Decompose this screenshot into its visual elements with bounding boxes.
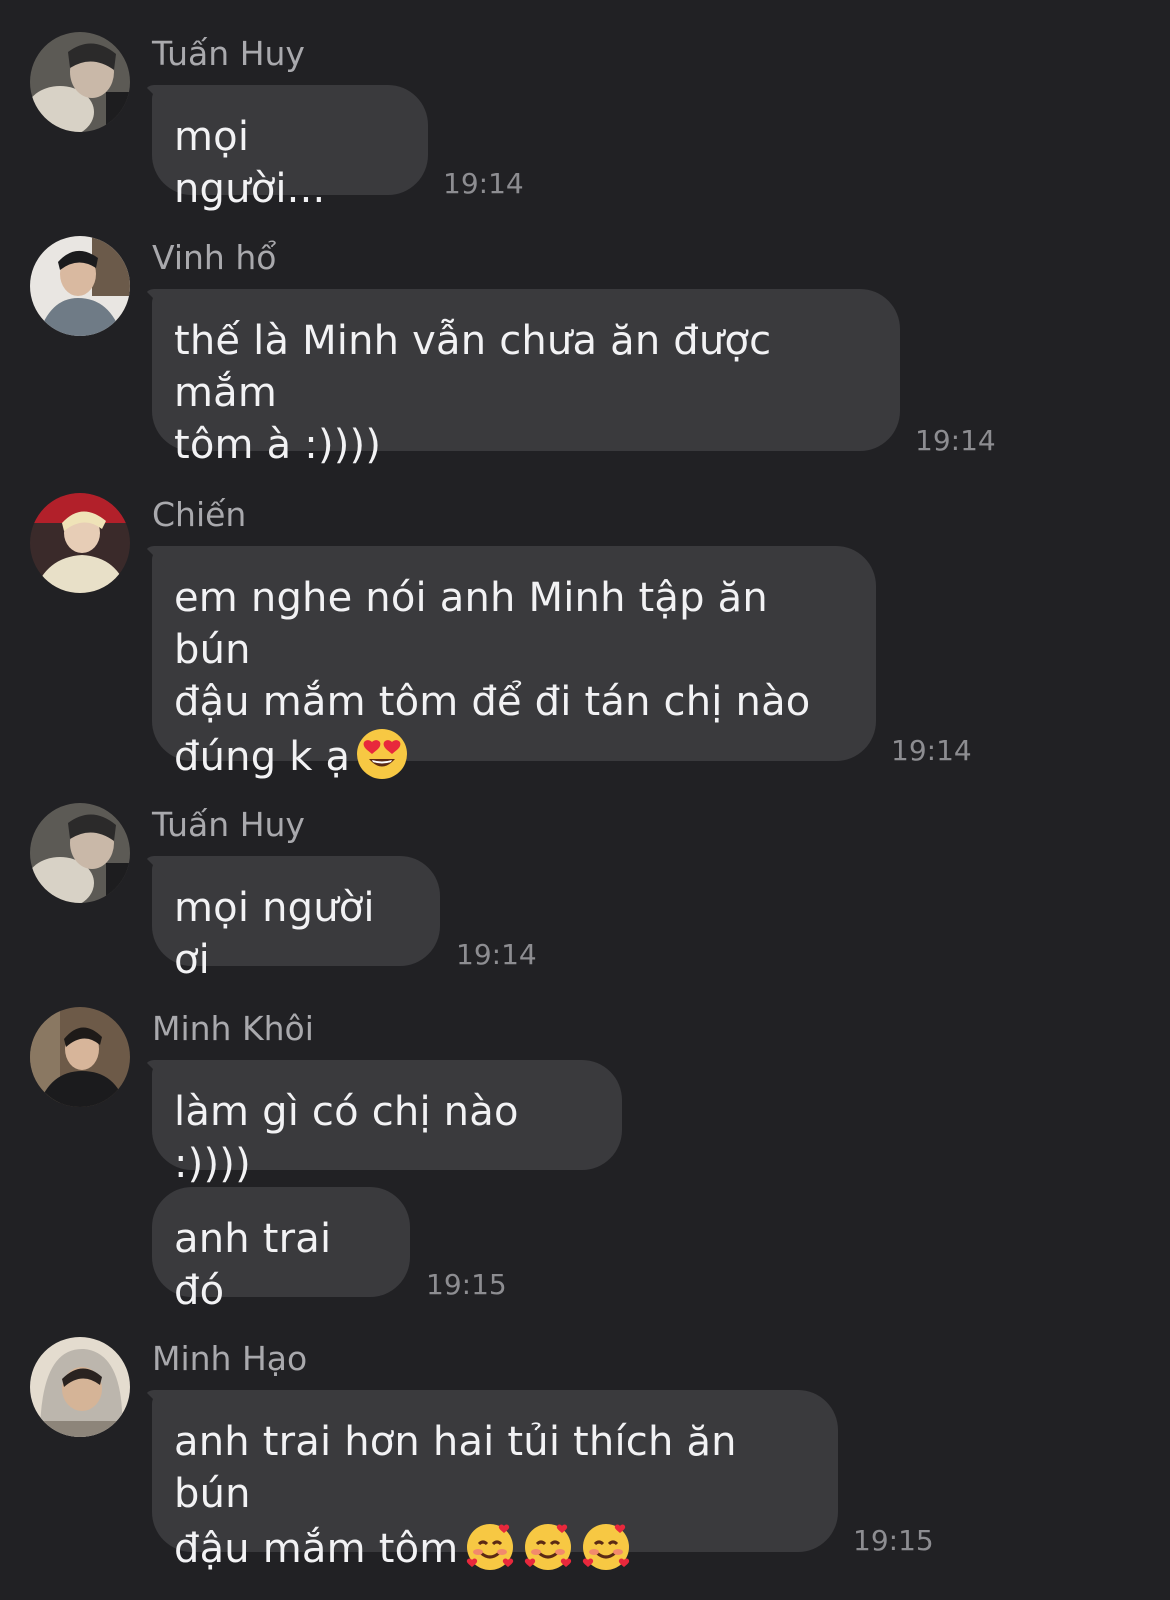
message-text: làm gì có chị nào :)))): [174, 1089, 519, 1187]
message-text: anh trai đó: [174, 1216, 332, 1314]
avatar-photo: [30, 32, 130, 132]
message-bubble[interactable]: em nghe nói anh Minh tập ăn bún đậu mắm …: [152, 546, 876, 780]
sender-name[interactable]: Minh Khôi: [152, 1009, 314, 1049]
message-text: thế là Minh vẫn chưa ăn được mắm tôm à :…: [174, 318, 772, 468]
message-timestamp: 19:14: [443, 167, 524, 200]
message-timestamp: 19:14: [915, 424, 996, 457]
message-bubble[interactable]: làm gì có chị nào :)))): [152, 1060, 622, 1187]
message-text: anh trai hơn hai tủi thích ăn bún đậu mắ…: [174, 1416, 816, 1575]
sender-name[interactable]: Tuấn Huy: [152, 34, 305, 74]
avatar-photo: [30, 803, 130, 903]
sender-name[interactable]: Tuấn Huy: [152, 805, 305, 845]
heart-eyes-emoji: [356, 728, 408, 780]
avatar-vinh-ho[interactable]: [30, 236, 130, 336]
message-text: mọi người ơi: [174, 885, 375, 983]
avatar-chien[interactable]: [30, 493, 130, 593]
message-bubble[interactable]: thế là Minh vẫn chưa ăn được mắm tôm à :…: [152, 289, 900, 468]
avatar-photo: [30, 236, 130, 336]
smiling-face-with-hearts-emoji: [464, 1520, 516, 1572]
message-text: mọi người...: [174, 114, 326, 212]
sender-name[interactable]: Minh Hạo: [152, 1339, 307, 1379]
message-bubble[interactable]: mọi người ơi: [152, 856, 440, 983]
avatar-tuan-huy[interactable]: [30, 803, 130, 903]
message-timestamp: 19:15: [853, 1524, 934, 1557]
message-timestamp: 19:15: [426, 1268, 507, 1301]
avatar-minh-hao[interactable]: [30, 1337, 130, 1437]
sender-name[interactable]: Chiến: [152, 495, 246, 535]
avatar-photo: [30, 1337, 130, 1437]
message-text-content: anh trai hơn hai tủi thích ăn bún đậu mắ…: [174, 1419, 737, 1572]
smiling-face-with-hearts-emoji: [580, 1520, 632, 1572]
message-text-content: em nghe nói anh Minh tập ăn bún đậu mắm …: [174, 575, 811, 780]
message-timestamp: 19:14: [891, 734, 972, 767]
smiling-face-with-hearts-emoji: [522, 1520, 574, 1572]
message-bubble[interactable]: mọi người...: [152, 85, 428, 212]
chat-thread: Tuấn Huy mọi người... 19:14 Vinh hổ thế …: [0, 0, 1170, 1600]
avatar-photo: [30, 1007, 130, 1107]
sender-name[interactable]: Vinh hổ: [152, 238, 276, 278]
avatar-tuan-huy[interactable]: [30, 32, 130, 132]
message-bubble[interactable]: anh trai hơn hai tủi thích ăn bún đậu mắ…: [152, 1390, 838, 1572]
message-bubble[interactable]: anh trai đó: [152, 1187, 410, 1314]
avatar-photo: [30, 493, 130, 593]
avatar-minh-khoi[interactable]: [30, 1007, 130, 1107]
message-text: em nghe nói anh Minh tập ăn bún đậu mắm …: [174, 572, 854, 783]
message-timestamp: 19:14: [456, 938, 537, 971]
